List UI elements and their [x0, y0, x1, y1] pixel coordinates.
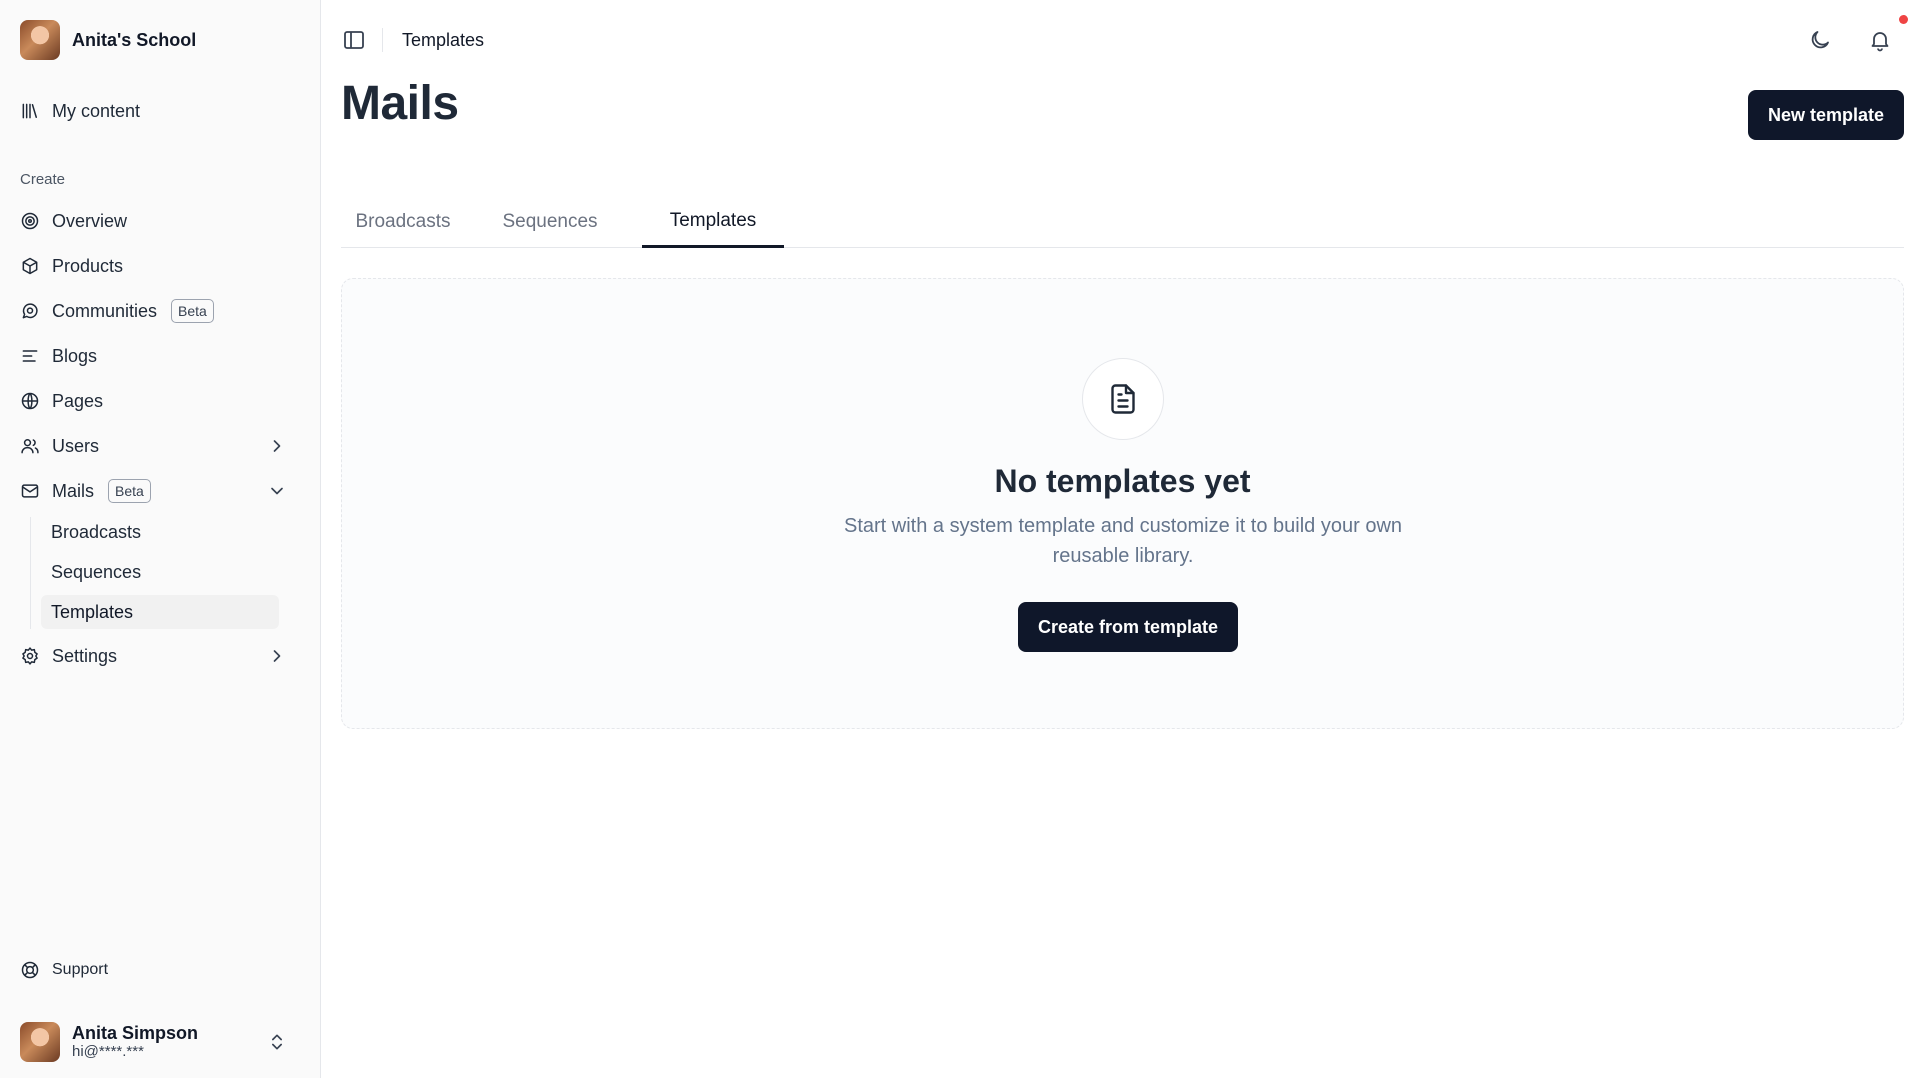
sidebar-item-communities[interactable]: Communities Beta	[20, 293, 301, 329]
school-name: Anita's School	[72, 29, 197, 50]
chevron-right-icon	[273, 440, 281, 452]
user-name: Anita Simpson	[72, 1023, 199, 1043]
tab-sequences[interactable]: Sequences	[476, 196, 624, 248]
sidebar-item-label: My content	[52, 100, 141, 121]
box-icon	[22, 257, 38, 275]
user-email: hi@****.***	[72, 1043, 144, 1060]
moon-icon[interactable]	[1808, 28, 1832, 52]
sidebar-item-label: Pages	[52, 390, 104, 411]
sidebar-item-products[interactable]: Products	[20, 248, 301, 284]
message-circle-icon	[22, 303, 38, 319]
page-title: Mails	[341, 77, 459, 130]
sidebar-subitem-broadcasts[interactable]: Broadcasts	[41, 515, 279, 549]
life-buoy-icon	[21, 961, 39, 979]
sidebar-item-label: Settings	[52, 645, 118, 666]
target-icon	[21, 212, 39, 230]
new-template-button[interactable]: New template	[1748, 90, 1904, 140]
empty-state: No templates yet Start with a system tem…	[341, 278, 1904, 729]
globe-icon	[21, 392, 39, 410]
chevron-down-icon	[271, 487, 283, 495]
sidebar-item-label: Mails	[52, 480, 95, 501]
gear-icon	[22, 647, 38, 665]
library-icon	[22, 103, 37, 119]
sidebar-item-my-content[interactable]: My content	[20, 93, 301, 129]
beta-badge: Beta	[108, 479, 151, 503]
notification-dot	[1899, 15, 1908, 24]
tab-broadcasts[interactable]: Broadcasts	[341, 196, 465, 248]
sidebar-toggle-icon[interactable]	[342, 28, 366, 52]
sidebar-item-label: Overview	[52, 210, 128, 231]
sidebar-item-overview[interactable]: Overview	[20, 203, 301, 239]
tab-templates[interactable]: Templates	[642, 196, 784, 248]
avatar	[20, 1022, 60, 1062]
mail-icon	[21, 484, 39, 498]
sidebar-item-label: Products	[52, 255, 124, 276]
file-text-icon	[1111, 384, 1135, 414]
sidebar-item-blogs[interactable]: Blogs	[20, 338, 301, 374]
chevrons-up-down-icon	[272, 1034, 282, 1050]
sidebar-subitem-sequences[interactable]: Sequences	[41, 555, 279, 589]
sidebar-item-users[interactable]: Users	[20, 428, 301, 464]
empty-state-icon-circle	[1082, 358, 1164, 440]
empty-state-title: No templates yet	[994, 463, 1251, 499]
beta-badge: Beta	[171, 299, 214, 323]
user-menu[interactable]: Anita Simpson hi@****.***	[20, 1020, 301, 1064]
support-link[interactable]: Support	[20, 960, 108, 980]
sidebar-item-mails[interactable]: Mails Beta	[20, 473, 301, 509]
text-align-icon	[22, 350, 38, 362]
section-label-create: Create	[20, 171, 66, 188]
empty-state-description: Start with a system template and customi…	[843, 515, 1403, 567]
create-from-template-button[interactable]: Create from template	[1018, 602, 1238, 652]
support-label: Support	[52, 961, 109, 978]
sidebar: Anita's School My content Create Overvie…	[0, 0, 321, 1078]
school-switcher[interactable]: Anita's School	[20, 20, 196, 60]
bell-icon[interactable]	[1868, 28, 1892, 52]
mail-tabs: Broadcasts Sequences Templates	[341, 196, 1904, 248]
sidebar-item-label: Communities	[52, 300, 158, 321]
breadcrumb: Templates	[402, 30, 485, 50]
divider	[382, 28, 383, 52]
submenu-guide-line	[30, 517, 31, 629]
school-avatar	[20, 20, 60, 60]
sidebar-subitem-templates[interactable]: Templates	[41, 595, 279, 629]
chevron-right-icon	[273, 650, 281, 662]
sidebar-item-label: Users	[52, 435, 100, 456]
sidebar-item-pages[interactable]: Pages	[20, 383, 301, 419]
sidebar-item-label: Blogs	[52, 345, 98, 366]
users-icon	[21, 439, 39, 454]
sidebar-item-settings[interactable]: Settings	[20, 638, 301, 674]
